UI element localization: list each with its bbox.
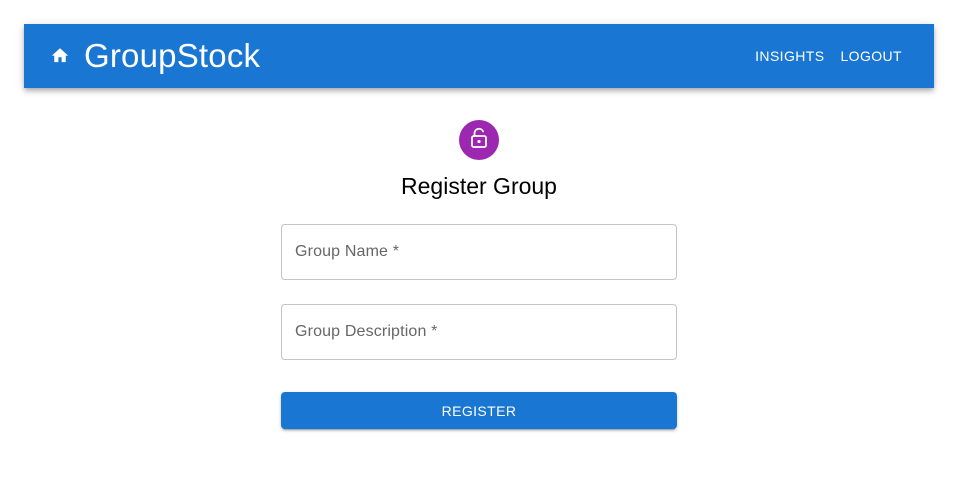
lock-open-icon <box>469 127 489 154</box>
group-description-input[interactable] <box>282 305 676 359</box>
home-icon <box>50 45 70 68</box>
register-button[interactable]: REGISTER <box>281 392 677 429</box>
page-title: Register Group <box>401 173 557 199</box>
logout-button[interactable]: LOGOUT <box>832 38 910 74</box>
home-button[interactable] <box>48 44 72 68</box>
group-name-field[interactable]: Group Name * <box>281 224 677 280</box>
top-nav: INSIGHTS LOGOUT <box>747 38 910 74</box>
group-description-field[interactable]: Group Description * <box>281 304 677 360</box>
group-name-input[interactable] <box>282 225 676 279</box>
app-title: GroupStock <box>84 37 261 74</box>
app-bar: GroupStock INSIGHTS LOGOUT <box>24 24 934 88</box>
register-group-form: Register Group Group Name * Group Descri… <box>281 120 677 429</box>
insights-button[interactable]: INSIGHTS <box>747 38 832 74</box>
avatar <box>459 120 499 160</box>
